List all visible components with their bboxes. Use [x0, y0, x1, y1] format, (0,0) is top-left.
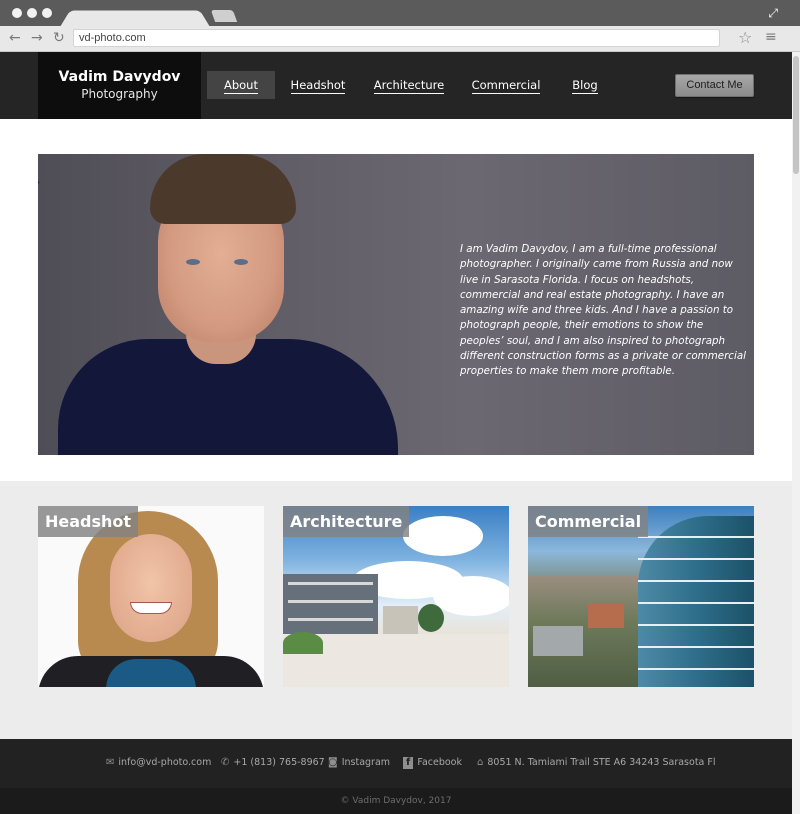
footer-address-text: 8051 N. Tamiami Trail STE A6 34243 Saras… — [487, 757, 716, 768]
portrait-eye-left — [186, 259, 200, 265]
shrub — [283, 632, 323, 654]
commercial-card[interactable]: Commercial — [528, 506, 754, 687]
headshot-card-title: Headshot — [38, 506, 139, 537]
back-icon[interactable]: ← — [9, 30, 21, 46]
facebook-icon: f — [403, 757, 414, 769]
city-roof — [588, 604, 624, 628]
footer-facebook-text: Facebook — [417, 757, 462, 768]
cloud — [433, 576, 509, 616]
window-maximize-dot[interactable] — [42, 8, 52, 18]
phone-icon: ✆ — [221, 757, 230, 768]
gallery-section: Headshot Architecture Commercial — [0, 481, 792, 739]
browser-tab[interactable] — [60, 10, 210, 27]
nav-blog[interactable]: Blog — [564, 71, 606, 99]
home-icon: ⌂ — [477, 757, 484, 768]
nav-commercial-label: Commercial — [471, 78, 541, 94]
window-close-dot[interactable] — [12, 8, 22, 18]
browser-menu-icon[interactable]: ≡ — [765, 29, 777, 45]
logo-subtitle: Photography — [81, 87, 158, 101]
reload-icon[interactable]: ↻ — [53, 30, 65, 46]
scrollbar-thumb[interactable] — [793, 56, 799, 174]
footer-phone[interactable]: ✆ +1 (813) 765-8967 — [221, 757, 325, 769]
footer-facebook[interactable]: f Facebook — [403, 757, 462, 769]
about-text: I am Vadim Davydov, I am a full-time pro… — [460, 243, 746, 378]
portrait-eye-right — [234, 259, 248, 265]
glass-tower — [638, 516, 754, 687]
envelope-icon: ✉ — [106, 757, 115, 768]
studio-stand — [38, 174, 40, 281]
instagram-icon: ◙ — [328, 757, 338, 768]
nav-about-label: About — [223, 78, 258, 94]
footer-instagram-text: Instagram — [341, 757, 391, 768]
nav-commercial[interactable]: Commercial — [467, 71, 545, 99]
footer-instagram[interactable]: ◙ Instagram — [328, 757, 390, 769]
headshot-face — [110, 534, 192, 642]
bookmark-star-icon[interactable]: ☆ — [738, 28, 752, 47]
browser-toolbar: ← → ↻ vd-photo.com ☆ ≡ — [0, 26, 800, 52]
nav-about[interactable]: About — [207, 71, 275, 99]
beach-house — [383, 606, 418, 636]
footer-email[interactable]: ✉ info@vd-photo.com — [106, 757, 211, 769]
commercial-card-title: Commercial — [528, 506, 649, 537]
site-logo[interactable]: Vadim Davydov Photography — [38, 52, 201, 119]
palm-tree — [418, 604, 444, 632]
new-tab-button[interactable] — [210, 10, 238, 22]
browser-titlebar: ⤢ — [0, 0, 800, 27]
page-scrollbar[interactable] — [792, 52, 800, 814]
nav-architecture-label: Architecture — [373, 78, 445, 94]
headshot-smile — [130, 602, 172, 614]
headshot-top — [106, 659, 196, 687]
beach-building — [283, 574, 378, 636]
window-minimize-dot[interactable] — [27, 8, 37, 18]
contact-me-button[interactable]: Contact Me — [675, 74, 754, 97]
architecture-card[interactable]: Architecture — [283, 506, 509, 687]
copyright: © Vadim Davydov, 2017 — [0, 788, 792, 814]
forward-icon[interactable]: → — [31, 30, 43, 46]
page-viewport: Vadim Davydov Photography About Headshot… — [0, 52, 792, 814]
address-bar[interactable]: vd-photo.com — [73, 29, 720, 47]
nav-headshot-label: Headshot — [290, 78, 346, 94]
headshot-card[interactable]: Headshot — [38, 506, 264, 687]
hero-banner: I am Vadim Davydov, I am a full-time pro… — [38, 154, 754, 455]
footer-address[interactable]: ⌂ 8051 N. Tamiami Trail STE A6 34243 Sara… — [477, 757, 716, 769]
site-header: Vadim Davydov Photography About Headshot… — [0, 52, 792, 119]
site-footer: ✉ info@vd-photo.com ✆ +1 (813) 765-8967 ◙ I… — [0, 739, 792, 788]
portrait-hair — [150, 154, 296, 224]
footer-phone-text: +1 (813) 765-8967 — [233, 757, 325, 768]
nav-architecture[interactable]: Architecture — [366, 71, 452, 99]
nav-headshot[interactable]: Headshot — [284, 71, 352, 99]
cloud — [403, 516, 483, 556]
nav-blog-label: Blog — [572, 78, 598, 94]
footer-email-text: info@vd-photo.com — [118, 757, 212, 768]
fullscreen-icon[interactable]: ⤢ — [768, 6, 778, 21]
logo-name: Vadim Davydov — [58, 69, 181, 85]
architecture-card-title: Architecture — [283, 506, 410, 537]
city-roof — [533, 626, 583, 656]
